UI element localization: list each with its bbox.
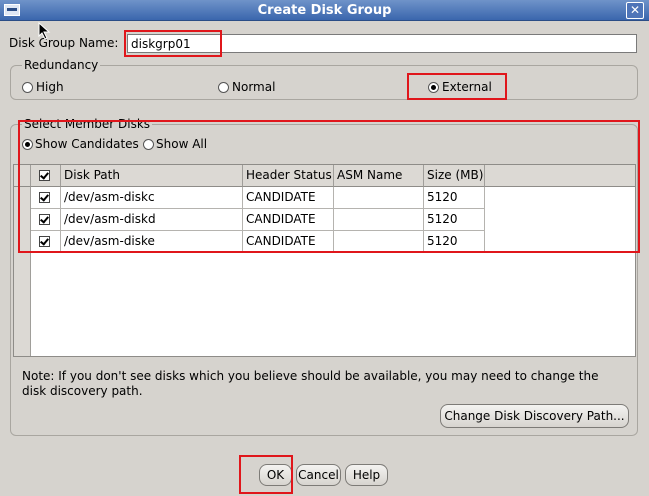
radio-normal[interactable] (218, 82, 229, 93)
highlight-name (124, 30, 222, 57)
disk-group-name-label: Disk Group Name: (9, 36, 119, 50)
highlight-external (407, 73, 507, 100)
redundancy-group (10, 65, 638, 100)
discovery-note: Note: If you don't see disks which you b… (22, 369, 599, 398)
highlight-member-disks (18, 120, 640, 253)
cancel-button[interactable]: Cancel (296, 464, 341, 486)
mouse-cursor-icon (38, 22, 51, 40)
window-title: Create Disk Group (257, 3, 392, 18)
radio-normal-label[interactable]: Normal (232, 80, 275, 94)
change-discovery-path-button[interactable]: Change Disk Discovery Path... (440, 404, 629, 428)
help-button[interactable]: Help (345, 464, 388, 486)
radio-high-label[interactable]: High (36, 80, 64, 94)
radio-high[interactable] (22, 82, 33, 93)
redundancy-legend: Redundancy (22, 58, 101, 72)
close-button[interactable]: ✕ (626, 2, 644, 19)
highlight-ok (239, 455, 293, 494)
